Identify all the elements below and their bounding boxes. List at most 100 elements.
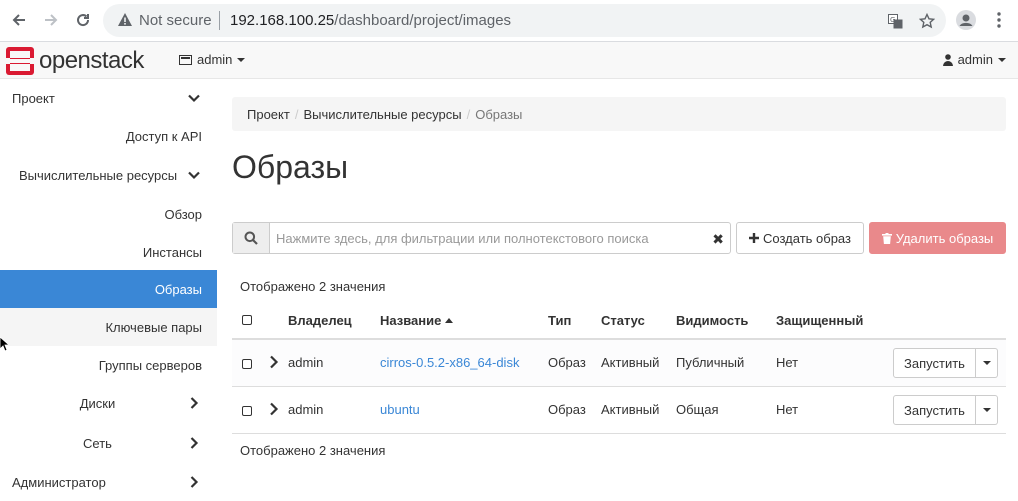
- row-actions: Запустить: [893, 395, 998, 425]
- close-icon[interactable]: ✖: [712, 231, 724, 248]
- page-title: Образы: [232, 149, 349, 185]
- sidebar-item-server-groups[interactable]: Группы серверов: [0, 346, 217, 384]
- logo-text: openstack: [39, 47, 144, 74]
- sidebar-item-label: Образы: [154, 281, 202, 297]
- filter-group: ✖: [232, 222, 731, 254]
- sidebar-item-label: Обзор: [164, 206, 202, 222]
- browser-toolbar: Not secure 192.168.100.25/dashboard/proj…: [0, 0, 1018, 42]
- column-status[interactable]: Статус: [601, 313, 645, 328]
- actions-dropdown-button[interactable]: [976, 348, 998, 378]
- sidebar-item-project[interactable]: Проект: [0, 79, 217, 117]
- chevron-down-icon: [188, 94, 200, 103]
- breadcrumb: Проект / Вычислительные ресурсы / Образы: [232, 97, 1006, 131]
- sidebar-item-overview[interactable]: Обзор: [0, 195, 217, 233]
- row-actions: Запустить: [893, 348, 998, 378]
- sidebar-item-label: Инстансы: [142, 244, 202, 260]
- launch-button[interactable]: Запустить: [893, 348, 976, 378]
- column-type[interactable]: Тип: [548, 313, 571, 328]
- url-text[interactable]: 192.168.100.25/dashboard/project/images: [230, 12, 511, 29]
- reload-icon[interactable]: [72, 9, 94, 31]
- chevron-right-icon[interactable]: [269, 402, 279, 416]
- row-type: Образ: [548, 355, 586, 370]
- sidebar-item-api-access[interactable]: Доступ к API: [0, 117, 217, 155]
- url-path: /dashboard/project/images: [334, 12, 512, 29]
- chevron-right-icon[interactable]: [269, 355, 279, 369]
- table-header: Владелец Название Тип Статус Видимость З…: [232, 302, 1006, 340]
- sidebar-item-volumes[interactable]: Диски: [0, 384, 217, 422]
- search-input[interactable]: [271, 223, 711, 253]
- mouse-cursor-icon: [0, 337, 8, 352]
- sidebar-item-label: Сеть: [83, 435, 112, 451]
- launch-button[interactable]: Запустить: [893, 395, 976, 425]
- profile-icon[interactable]: [955, 9, 977, 31]
- row-status: Активный: [601, 402, 660, 417]
- row-checkbox[interactable]: [242, 406, 252, 416]
- forward-icon[interactable]: [40, 9, 62, 31]
- top-navbar: openstack admin admin: [0, 42, 1018, 79]
- address-bar[interactable]: Not secure 192.168.100.25/dashboard/proj…: [103, 4, 946, 37]
- select-all-checkbox[interactable]: [242, 315, 252, 325]
- user-name: admin: [957, 52, 993, 67]
- sidebar-item-label: Ключевые пары: [105, 319, 202, 335]
- back-icon[interactable]: [8, 9, 30, 31]
- chevron-down-icon: [188, 171, 200, 180]
- breadcrumb-current: Образы: [475, 106, 523, 122]
- sort-asc-icon: [445, 318, 454, 323]
- breadcrumb-compute[interactable]: Вычислительные ресурсы: [303, 107, 461, 122]
- openstack-logo[interactable]: openstack: [6, 46, 144, 76]
- sidebar-item-label: Группы серверов: [98, 357, 202, 373]
- warning-icon: [118, 13, 132, 26]
- items-count-top: Отображено 2 значения: [240, 279, 386, 294]
- sidebar-item-images[interactable]: Образы: [0, 270, 217, 308]
- row-visibility: Общая: [676, 402, 719, 417]
- row-owner: admin: [288, 402, 324, 417]
- project-selector[interactable]: admin: [179, 52, 246, 67]
- user-icon: [942, 53, 953, 66]
- column-name[interactable]: Название: [380, 313, 454, 328]
- row-protected: Нет: [776, 402, 799, 417]
- table-row: admin cirros-0.5.2-x86_64-disk Образ Акт…: [232, 340, 1006, 387]
- svg-text:G: G: [890, 16, 895, 24]
- delete-images-button[interactable]: Удалить образы: [869, 222, 1006, 254]
- sidebar-item-network[interactable]: Сеть: [0, 424, 217, 462]
- browser-menu-icon[interactable]: [988, 9, 1010, 31]
- row-name-link[interactable]: ubuntu: [380, 402, 420, 417]
- items-count-bottom: Отображено 2 значения: [240, 443, 386, 458]
- row-owner: admin: [288, 355, 324, 370]
- translate-icon[interactable]: G: [886, 12, 904, 30]
- search-icon[interactable]: [233, 223, 270, 253]
- sidebar-item-admin[interactable]: Администратор: [0, 463, 217, 501]
- sidebar-item-key-pairs[interactable]: Ключевые пары: [0, 308, 217, 346]
- chevron-down-icon: [982, 408, 991, 412]
- trash-icon: [881, 232, 892, 244]
- url-host: 192.168.100.25: [230, 12, 335, 29]
- chevron-down-icon: [237, 57, 246, 62]
- column-protected[interactable]: Защищенный: [776, 313, 863, 328]
- row-checkbox[interactable]: [242, 359, 252, 369]
- plus-icon: [749, 233, 760, 243]
- sidebar-item-label: Администратор: [12, 474, 106, 490]
- sidebar-item-label: Проект: [12, 90, 55, 106]
- chevron-down-icon: [982, 361, 991, 365]
- star-icon[interactable]: [918, 12, 936, 30]
- sidebar-item-label: Доступ к API: [125, 128, 202, 144]
- sidebar-item-compute[interactable]: Вычислительные ресурсы: [0, 156, 217, 194]
- row-visibility: Публичный: [676, 355, 745, 370]
- sidebar-item-instances[interactable]: Инстансы: [0, 233, 217, 271]
- create-image-button[interactable]: Создать образ: [736, 222, 864, 254]
- row-status: Активный: [601, 355, 660, 370]
- column-owner[interactable]: Владелец: [288, 313, 352, 328]
- omnibox-divider: [219, 11, 220, 30]
- breadcrumb-project[interactable]: Проект: [247, 107, 290, 122]
- chevron-right-icon: [190, 397, 199, 409]
- sidebar-item-label: Диски: [79, 395, 116, 411]
- chevron-right-icon: [190, 437, 199, 449]
- column-visibility[interactable]: Видимость: [676, 313, 748, 328]
- actions-dropdown-button[interactable]: [976, 395, 998, 425]
- row-name-link[interactable]: cirros-0.5.2-x86_64-disk: [380, 355, 519, 370]
- breadcrumb-separator: /: [294, 106, 299, 122]
- row-protected: Нет: [776, 355, 799, 370]
- server-icon: [179, 54, 192, 65]
- user-menu[interactable]: admin: [942, 52, 1006, 67]
- breadcrumb-separator: /: [466, 106, 471, 122]
